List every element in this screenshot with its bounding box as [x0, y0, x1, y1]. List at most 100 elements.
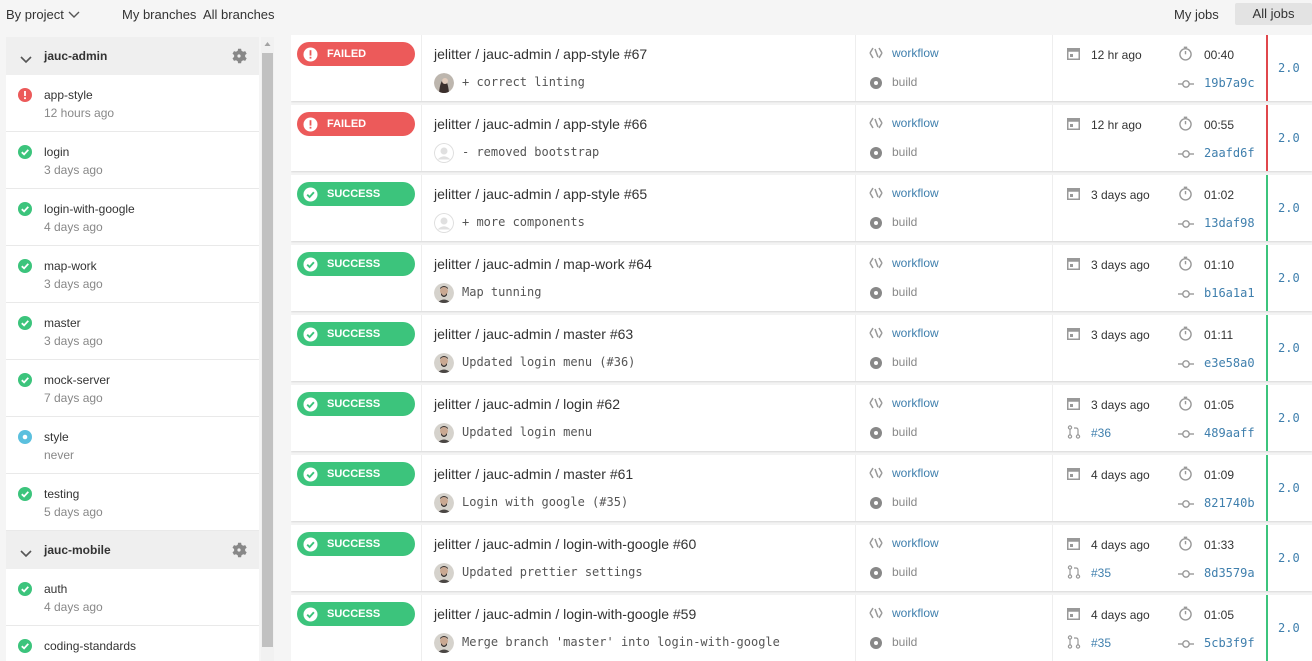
- job-status-badge[interactable]: SUCCESS: [297, 532, 415, 556]
- version-label[interactable]: 2.0: [1278, 271, 1300, 285]
- branch-name: auth: [44, 582, 68, 596]
- version-label[interactable]: 2.0: [1278, 131, 1300, 145]
- sidebar-branch-item[interactable]: mock-server 7 days ago: [6, 360, 259, 417]
- gear-icon[interactable]: [231, 542, 247, 558]
- calendar-icon: [1067, 607, 1080, 620]
- version-label[interactable]: 2.0: [1278, 341, 1300, 355]
- commit-message: Merge branch 'master' into login-with-go…: [462, 635, 780, 649]
- commit-sha-link[interactable]: 13daf98: [1204, 216, 1255, 230]
- job-row[interactable]: SUCCESS jelitter / jauc-admin / login #6…: [291, 385, 1312, 451]
- workflow-link[interactable]: workflow: [892, 606, 939, 620]
- job-title-link[interactable]: jelitter / jauc-admin / login-with-googl…: [434, 536, 696, 552]
- pull-request-link[interactable]: #35: [1091, 636, 1111, 650]
- job-status-badge[interactable]: SUCCESS: [297, 182, 415, 206]
- branch-name: login: [44, 145, 70, 159]
- job-version-cell: 2.0: [1266, 595, 1312, 661]
- workflow-link[interactable]: workflow: [892, 396, 939, 410]
- branch-name: master: [44, 316, 81, 330]
- version-label[interactable]: 2.0: [1278, 621, 1300, 635]
- build-step-icon: [870, 427, 882, 439]
- version-label[interactable]: 2.0: [1278, 551, 1300, 565]
- job-duration: 01:05: [1204, 398, 1235, 412]
- job-info-cell: jelitter / jauc-admin / map-work #64 Map…: [422, 245, 856, 311]
- commit-sha-link[interactable]: 5cb3f9f: [1204, 636, 1255, 650]
- job-title-link[interactable]: jelitter / jauc-admin / app-style #67: [434, 46, 647, 62]
- scrollbar-thumb[interactable]: [262, 53, 273, 647]
- success-status-icon: [18, 487, 32, 501]
- job-row[interactable]: SUCCESS jelitter / jauc-admin / app-styl…: [291, 175, 1312, 241]
- chevron-down-icon[interactable]: [20, 546, 32, 558]
- all-jobs-button[interactable]: All jobs: [1235, 3, 1312, 25]
- workflow-link[interactable]: workflow: [892, 536, 939, 550]
- my-branches-link[interactable]: My branches: [122, 7, 196, 22]
- sidebar-scrollbar[interactable]: [261, 37, 274, 661]
- build-step-label: build: [892, 425, 918, 439]
- job-status-badge[interactable]: SUCCESS: [297, 252, 415, 276]
- job-row[interactable]: SUCCESS jelitter / jauc-admin / master #…: [291, 455, 1312, 521]
- workflow-link[interactable]: workflow: [892, 46, 939, 60]
- workflow-link[interactable]: workflow: [892, 466, 939, 480]
- job-row[interactable]: SUCCESS jelitter / jauc-admin / login-wi…: [291, 525, 1312, 591]
- gear-icon[interactable]: [231, 48, 247, 64]
- commit-sha-link[interactable]: e3e58a0: [1204, 356, 1255, 370]
- my-jobs-link[interactable]: My jobs: [1174, 7, 1219, 22]
- branch-name: login-with-google: [44, 202, 135, 216]
- sidebar-branch-item[interactable]: coding-standards: [6, 626, 259, 661]
- sidebar-branch-item[interactable]: style never: [6, 417, 259, 474]
- project-header[interactable]: jauc-mobile: [6, 531, 259, 569]
- all-branches-link[interactable]: All branches: [203, 7, 275, 22]
- job-title-link[interactable]: jelitter / jauc-admin / app-style #66: [434, 116, 647, 132]
- job-row[interactable]: SUCCESS jelitter / jauc-admin / login-wi…: [291, 595, 1312, 661]
- job-title-link[interactable]: jelitter / jauc-admin / master #61: [434, 466, 633, 482]
- version-label[interactable]: 2.0: [1278, 481, 1300, 495]
- commit-sha-link[interactable]: 8d3579a: [1204, 566, 1255, 580]
- workflow-link[interactable]: workflow: [892, 116, 939, 130]
- sidebar-branch-item[interactable]: testing 5 days ago: [6, 474, 259, 531]
- job-title-link[interactable]: jelitter / jauc-admin / login #62: [434, 396, 620, 412]
- job-status-badge[interactable]: FAILED: [297, 112, 415, 136]
- by-project-dropdown[interactable]: By project: [6, 7, 80, 22]
- job-row[interactable]: FAILED jelitter / jauc-admin / app-style…: [291, 35, 1312, 101]
- build-step-icon: [870, 567, 882, 579]
- scroll-up-arrow-icon[interactable]: [261, 37, 274, 51]
- sidebar-branch-item[interactable]: master 3 days ago: [6, 303, 259, 360]
- user-avatar: [434, 633, 454, 653]
- sidebar-branch-item[interactable]: map-work 3 days ago: [6, 246, 259, 303]
- pull-request-link[interactable]: #36: [1091, 426, 1111, 440]
- sidebar-branch-item[interactable]: login 3 days ago: [6, 132, 259, 189]
- job-status-badge[interactable]: SUCCESS: [297, 392, 415, 416]
- workflow-link[interactable]: workflow: [892, 256, 939, 270]
- job-title-link[interactable]: jelitter / jauc-admin / map-work #64: [434, 256, 652, 272]
- sidebar-branch-item[interactable]: login-with-google 4 days ago: [6, 189, 259, 246]
- sidebar-branch-item[interactable]: app-style 12 hours ago: [6, 75, 259, 132]
- version-label[interactable]: 2.0: [1278, 61, 1300, 75]
- commit-sha-link[interactable]: 19b7a9c: [1204, 76, 1255, 90]
- build-step-label: build: [892, 355, 918, 369]
- project-header[interactable]: jauc-admin: [6, 37, 259, 75]
- commit-sha-link[interactable]: 489aaff: [1204, 426, 1255, 440]
- job-status-badge[interactable]: SUCCESS: [297, 462, 415, 486]
- pull-request-link[interactable]: #35: [1091, 566, 1111, 580]
- success-status-icon: [18, 145, 32, 159]
- job-status-badge[interactable]: FAILED: [297, 42, 415, 66]
- job-status-badge[interactable]: SUCCESS: [297, 322, 415, 346]
- job-title-link[interactable]: jelitter / jauc-admin / app-style #65: [434, 186, 647, 202]
- sidebar-branch-item[interactable]: auth 4 days ago: [6, 569, 259, 626]
- commit-sha-link[interactable]: 2aafd6f: [1204, 146, 1255, 160]
- version-label[interactable]: 2.0: [1278, 411, 1300, 425]
- job-title-link[interactable]: jelitter / jauc-admin / master #63: [434, 326, 633, 342]
- job-title-link[interactable]: jelitter / jauc-admin / login-with-googl…: [434, 606, 696, 622]
- job-row[interactable]: SUCCESS jelitter / jauc-admin / master #…: [291, 315, 1312, 381]
- workflow-link[interactable]: workflow: [892, 326, 939, 340]
- job-row[interactable]: SUCCESS jelitter / jauc-admin / map-work…: [291, 245, 1312, 311]
- build-step-label: build: [892, 145, 918, 159]
- job-meta-cell: 12 hr ago 00:55 2aafd6f: [1053, 105, 1266, 171]
- chevron-down-icon[interactable]: [20, 52, 32, 64]
- commit-sha-link[interactable]: 821740b: [1204, 496, 1255, 510]
- commit-sha-link[interactable]: b16a1a1: [1204, 286, 1255, 300]
- job-info-cell: jelitter / jauc-admin / app-style #67 + …: [422, 35, 856, 101]
- job-row[interactable]: FAILED jelitter / jauc-admin / app-style…: [291, 105, 1312, 171]
- version-label[interactable]: 2.0: [1278, 201, 1300, 215]
- job-status-badge[interactable]: SUCCESS: [297, 602, 415, 626]
- workflow-link[interactable]: workflow: [892, 186, 939, 200]
